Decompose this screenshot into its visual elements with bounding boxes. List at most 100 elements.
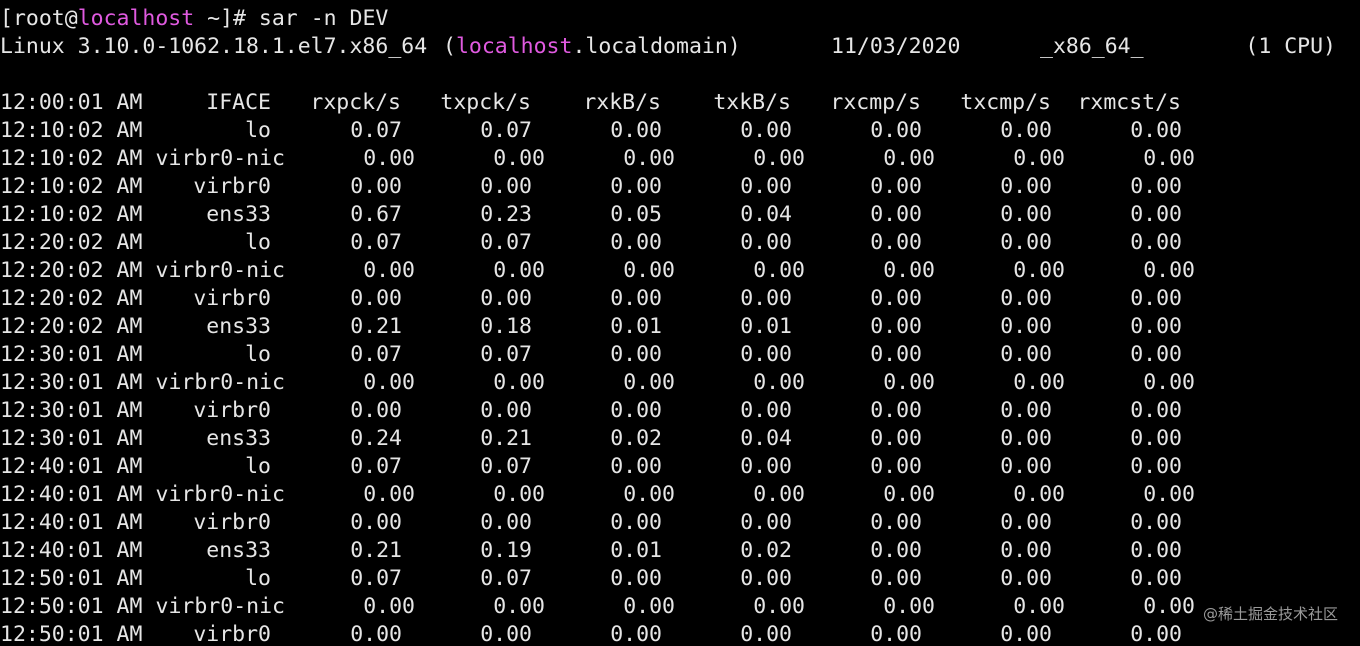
cell-rxpck: 0.00 [363,482,415,507]
cell-iface: virbr0-nic [155,146,285,171]
cell-iface: virbr0 [193,622,271,646]
cell-time: 12:10:02 AM [0,174,143,199]
cell-txkb: 0.00 [740,510,792,535]
table-header-row: 12:00:01 AM IFACE rxpck/s txpck/s rxkB/s txkB… [0,89,1360,117]
cell-rxmcst: 0.00 [1130,286,1182,311]
cell-txpck: 0.00 [480,174,532,199]
header-txcmp: txcmp/s [960,90,1051,115]
cell-txkb: 0.00 [740,118,792,143]
table-row: 12:20:02 AM virbr0-nic 0.00 0.00 0.00 0.00 0.0… [0,257,1360,285]
cell-rxkb: 0.00 [610,454,662,479]
cell-iface: ens33 [206,538,271,563]
cell-time: 12:40:01 AM [0,538,143,563]
cell-txpck: 0.07 [480,342,532,367]
table-row: 12:40:01 AM ens33 0.21 0.19 0.01 0.02 0.00 0.00… [0,537,1360,565]
terminal-window[interactable]: [root@localhost ~]# sar -n DEV Linux 3.1… [0,0,1360,646]
cell-txcmp: 0.00 [1000,174,1052,199]
cell-rxcmp: 0.00 [870,398,922,423]
cell-txkb: 0.02 [740,538,792,563]
cell-rxcmp: 0.00 [883,370,935,395]
cell-rxpck: 0.07 [350,118,402,143]
prompt-user: root [12,6,65,31]
cell-rxmcst: 0.00 [1130,230,1182,255]
report-date: 11/03/2020 [831,34,961,59]
cell-rxpck: 0.24 [350,426,402,451]
cell-iface: lo [245,118,271,143]
cell-txkb: 0.00 [740,398,792,423]
header-rxpck: rxpck/s [310,90,401,115]
cell-rxpck: 0.00 [350,174,402,199]
header-rxkb: rxkB/s [583,90,661,115]
cell-txcmp: 0.00 [1000,454,1052,479]
cell-rxmcst: 0.00 [1130,342,1182,367]
cell-rxcmp: 0.00 [870,566,922,591]
prompt-open-bracket: [ [0,6,13,31]
cell-txpck: 0.00 [493,370,545,395]
table-row: 12:30:01 AM virbr0-nic 0.00 0.00 0.00 0.00 0.0… [0,369,1360,397]
table-row: 12:40:01 AM virbr0-nic 0.00 0.00 0.00 0.00 0.0… [0,481,1360,509]
cell-txcmp: 0.00 [1000,538,1052,563]
cell-txkb: 0.04 [740,426,792,451]
cell-rxpck: 0.07 [350,342,402,367]
cell-time: 12:30:01 AM [0,426,143,451]
table-row: 12:50:01 AM virbr0 0.00 0.00 0.00 0.00 0.00 0.0… [0,621,1360,646]
cell-txpck: 0.07 [480,118,532,143]
cell-iface: lo [245,230,271,255]
header-rxcmp: rxcmp/s [830,90,921,115]
cell-txkb: 0.00 [740,622,792,646]
cell-txkb: 0.00 [753,594,805,619]
cell-rxmcst: 0.00 [1130,174,1182,199]
cell-iface: virbr0-nic [155,258,285,283]
table-row: 12:20:02 AM virbr0 0.00 0.00 0.00 0.00 0.00 0.0… [0,285,1360,313]
table-row: 12:10:02 AM ens33 0.67 0.23 0.05 0.04 0.00 0.00… [0,201,1360,229]
cell-txkb: 0.00 [753,370,805,395]
cell-iface: virbr0 [193,174,271,199]
cell-time: 12:30:01 AM [0,370,143,395]
hostname: localhost [455,34,573,59]
cell-txpck: 0.18 [480,314,532,339]
cell-rxcmp: 0.00 [870,426,922,451]
table-row: 12:30:01 AM virbr0 0.00 0.00 0.00 0.00 0.00 0.0… [0,397,1360,425]
cell-iface: virbr0 [193,286,271,311]
cell-rxpck: 0.07 [350,566,402,591]
kernel-version: Linux 3.10.0-1062.18.1.el7.x86_64 [0,34,428,59]
cell-txcmp: 0.00 [1000,314,1052,339]
header-txpck: txpck/s [440,90,531,115]
hostname-group: (localhost.localdomain) [443,33,741,61]
cell-txcmp: 0.00 [1000,202,1052,227]
watermark: @稀土掘金技术社区 [1202,605,1338,623]
table-row: 12:30:01 AM lo 0.07 0.07 0.00 0.00 0.00 0.00 0.0… [0,341,1360,369]
cell-time: 12:10:02 AM [0,202,143,227]
prompt-host: localhost [77,6,195,31]
hostname-open-paren: ( [443,34,456,59]
cell-txcmp: 0.00 [1000,286,1052,311]
header-time: 12:00:01 AM [0,90,143,115]
table-row: 12:20:02 AM ens33 0.21 0.18 0.01 0.01 0.00 0.00… [0,313,1360,341]
prompt-at: @ [64,6,78,31]
cell-txpck: 0.21 [480,426,532,451]
cell-txcmp: 0.00 [1013,370,1065,395]
cell-txkb: 0.00 [740,286,792,311]
cell-time: 12:30:01 AM [0,398,143,423]
cell-rxkb: 0.00 [610,566,662,591]
cell-rxkb: 0.00 [610,398,662,423]
command-prompt-line: [root@localhost ~]# sar -n DEV [0,5,388,33]
cell-rxcmp: 0.00 [870,622,922,646]
cell-rxcmp: 0.00 [883,146,935,171]
cell-rxcmp: 0.00 [883,258,935,283]
cell-time: 12:50:01 AM [0,622,143,646]
command-text: sar -n DEV [258,6,389,31]
cell-txkb: 0.00 [740,454,792,479]
cell-txcmp: 0.00 [1000,566,1052,591]
cell-txkb: 0.00 [740,174,792,199]
cell-rxcmp: 0.00 [870,454,922,479]
cell-rxpck: 0.67 [350,202,402,227]
cell-txpck: 0.00 [493,258,545,283]
architecture: _x86_64_ [1040,34,1144,59]
prompt-path: ~]# [194,6,259,31]
cell-rxkb: 0.00 [610,118,662,143]
cell-rxpck: 0.00 [363,146,415,171]
cell-rxcmp: 0.00 [870,202,922,227]
cell-rxcmp: 0.00 [870,342,922,367]
cell-rxmcst: 0.00 [1130,398,1182,423]
